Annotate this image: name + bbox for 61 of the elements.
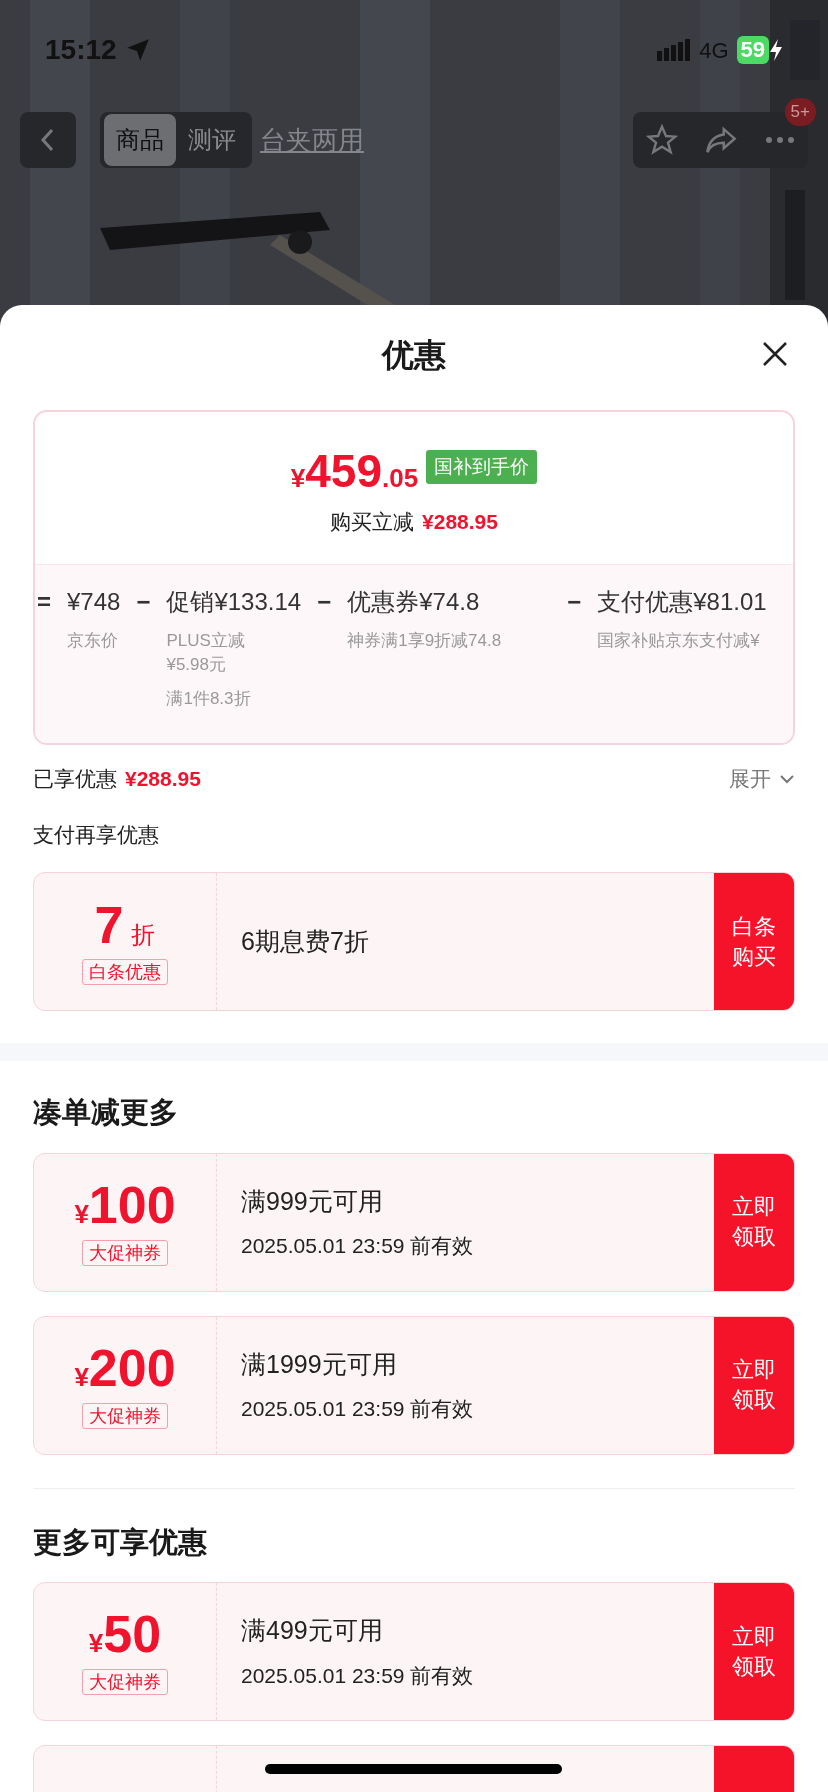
- enjoyed-amount: ¥288.95: [125, 766, 201, 792]
- saving-amount: ¥288.95: [422, 509, 498, 535]
- coupon-amount: 100: [88, 1178, 176, 1231]
- battery-level: 59: [736, 36, 769, 64]
- coupon-tag: 大促神券: [82, 1402, 168, 1429]
- price-component: 优惠券¥74.8: [347, 587, 481, 617]
- coupon-validity: 2025.05.01 23:59 前有效: [241, 1396, 475, 1422]
- final-price: ¥459.05: [290, 448, 419, 494]
- chevron-down-icon: [779, 773, 795, 784]
- price-component: 支付优惠¥81.01: [597, 587, 767, 617]
- currency-sign: ¥: [74, 1361, 89, 1394]
- more-icon[interactable]: [764, 136, 795, 144]
- claim-button[interactable]: 立即领取: [714, 1316, 794, 1454]
- status-time: 15:12: [45, 33, 117, 67]
- coupon-tag: 大促神券: [82, 1239, 168, 1266]
- coupon-tag: 大促神券: [82, 1669, 168, 1695]
- claim-button[interactable]: 立即领取: [714, 1153, 794, 1291]
- coupon-amount: 200: [88, 1341, 176, 1394]
- price-note: PLUS立减: [166, 630, 246, 652]
- coupon-condition: 满999元可用: [241, 1185, 384, 1217]
- price-note: 京东价: [67, 630, 119, 652]
- price-component: ¥748: [67, 587, 121, 617]
- section-title: 更多可享优惠: [33, 1525, 207, 1558]
- price-note: 满1件8.3折: [166, 688, 252, 710]
- claim-button[interactable]: 立即领取: [714, 1583, 794, 1720]
- coupon-tag: 白条优惠: [82, 958, 168, 985]
- currency-sign: ¥: [74, 1198, 89, 1231]
- price-note: 国家补贴京东支付减¥: [597, 630, 761, 652]
- coupon-condition: 满499元可用: [241, 1615, 384, 1646]
- page-title: 台夹两用: [260, 123, 364, 157]
- star-icon[interactable]: [646, 124, 679, 156]
- close-icon[interactable]: [762, 341, 788, 367]
- operator-sign: −: [567, 587, 582, 617]
- coupon-validity: 2025.05.01 23:59 前有效: [241, 1662, 475, 1689]
- coupon-condition: 满1999元可用: [241, 1348, 398, 1380]
- operator-sign: =: [37, 587, 51, 617]
- section-label: 支付再享优惠: [33, 822, 159, 846]
- tab[interactable]: 商品: [104, 114, 176, 166]
- operator-sign: −: [317, 587, 332, 617]
- coupon-validity: 2025.05.01 23:59 前有效: [241, 1233, 475, 1259]
- coupon-amount: 50: [103, 1608, 162, 1660]
- enjoyed-label: 已享优惠: [33, 766, 117, 792]
- currency-sign: ¥: [88, 1628, 104, 1660]
- back-button[interactable]: [20, 112, 76, 168]
- network-label: 4G: [699, 36, 729, 65]
- price-component: 促销¥133.14: [166, 587, 302, 617]
- tab[interactable]: 测评: [176, 114, 248, 166]
- operator-sign: −: [136, 587, 151, 617]
- subsidy-tag: 国补到手价: [426, 449, 538, 484]
- discount-value: 7: [94, 898, 124, 951]
- discount-unit: 折: [131, 919, 156, 950]
- price-note: ¥5.98元: [166, 654, 227, 676]
- price-note: 神券满1享9折减74.8: [347, 630, 502, 652]
- claim-button[interactable]: 白条购买: [714, 873, 794, 1010]
- saving-label: 购买立减: [330, 509, 415, 535]
- share-icon[interactable]: [704, 125, 739, 155]
- section-title: 凑单减更多: [33, 1096, 178, 1128]
- expand-button[interactable]: 展开: [729, 763, 795, 795]
- sheet-title: 优惠: [382, 336, 446, 375]
- signal-icon: [657, 39, 692, 61]
- offer-description: 6期息费7折: [241, 925, 370, 957]
